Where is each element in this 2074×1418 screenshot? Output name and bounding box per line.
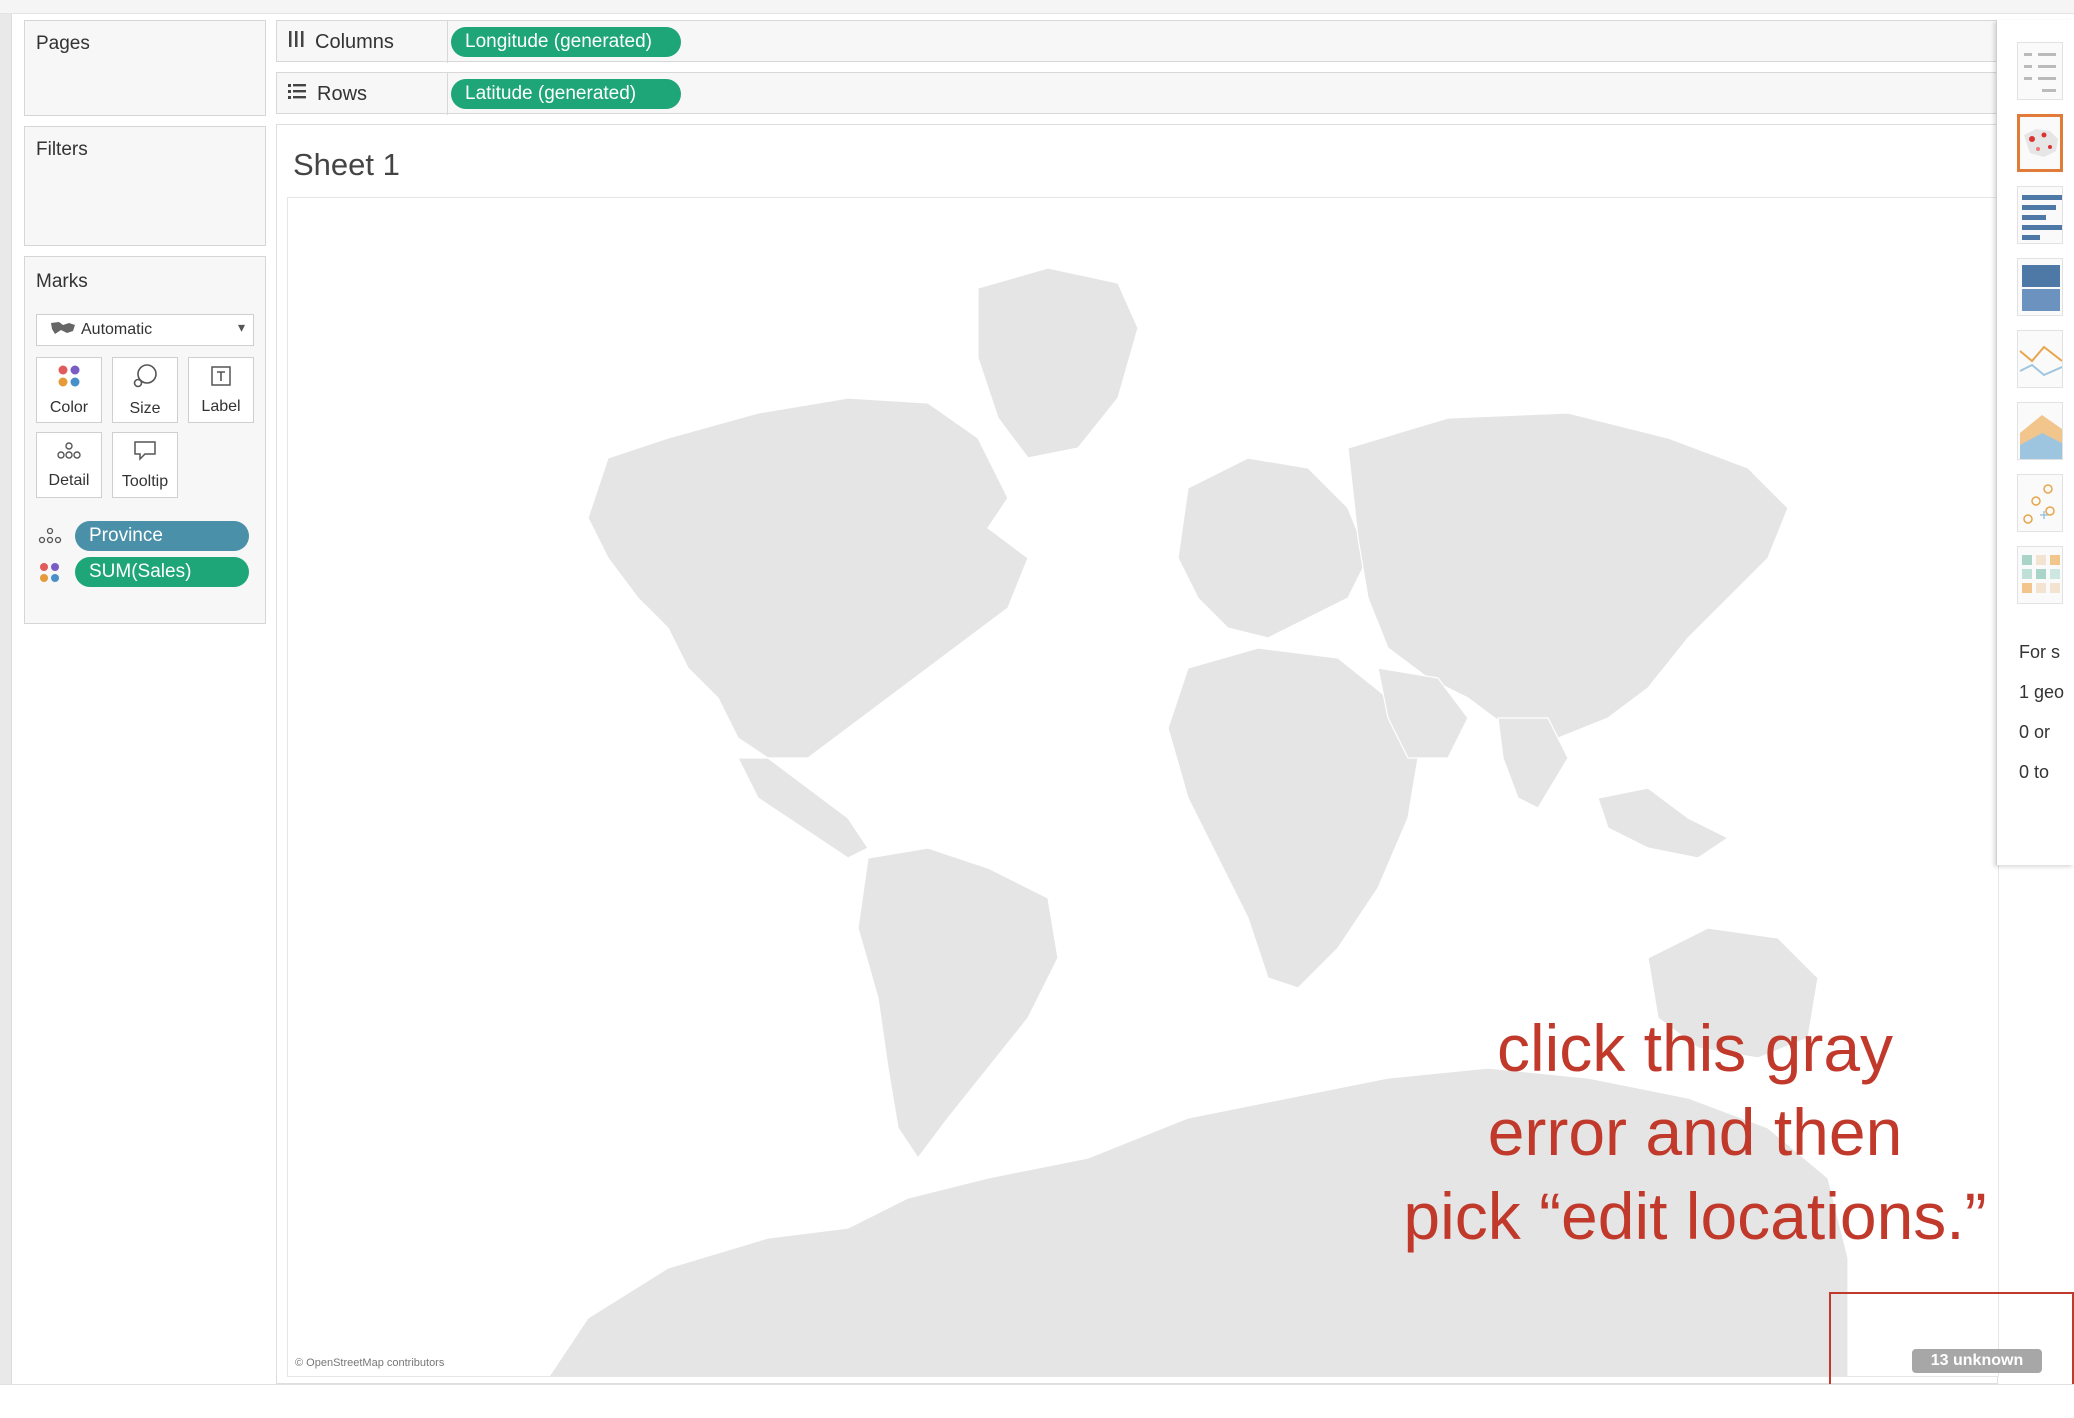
show-me-hint-3: 0 or — [2019, 722, 2051, 742]
color-dots-icon — [57, 364, 81, 393]
symbol-map-thumbnail[interactable] — [2017, 114, 2063, 172]
north-america-landmass — [587, 397, 1029, 759]
detail-field-icon — [37, 527, 63, 550]
latitude-pill[interactable]: Latitude (generated) — [451, 79, 681, 109]
rows-label: Rows — [287, 73, 447, 115]
columns-icon — [287, 30, 305, 54]
southeast-asia-islands — [1597, 787, 1730, 859]
area-thumbnail[interactable] — [2017, 402, 2063, 460]
text-table-thumbnail[interactable] — [2017, 42, 2063, 100]
filters-shelf[interactable]: Filters — [24, 126, 266, 246]
pages-title: Pages — [36, 33, 90, 54]
marks-card: Marks Automatic ▾ Color Size Label Detai… — [24, 256, 266, 624]
map-icon — [49, 320, 77, 341]
label-button-label: Label — [201, 397, 241, 415]
color-field-icon — [39, 562, 61, 589]
greenland-landmass — [977, 267, 1139, 459]
columns-label-text: Columns — [315, 30, 394, 53]
tooltip-icon — [133, 440, 157, 467]
lines-thumbnail[interactable] — [2017, 330, 2063, 388]
mark-type-label: Automatic — [81, 321, 153, 338]
columns-divider — [447, 21, 448, 63]
mark-type-dropdown[interactable]: Automatic ▾ — [36, 314, 254, 346]
heat-map-thumbnail[interactable] — [2017, 546, 2063, 604]
label-button[interactable]: Label — [188, 357, 254, 423]
text-label-icon — [210, 365, 232, 392]
stacked-bars-thumbnail[interactable] — [2017, 258, 2063, 316]
rows-shelf[interactable]: Rows Latitude (generated) — [276, 72, 1998, 115]
tooltip-button[interactable]: Tooltip — [112, 432, 178, 498]
horizontal-bars-thumbnail[interactable] — [2017, 186, 2063, 244]
filters-title: Filters — [36, 139, 88, 160]
south-america-landmass — [857, 847, 1059, 1160]
instruction-annotation: click this gray error and then pick “edi… — [1340, 1006, 2050, 1258]
color-button[interactable]: Color — [36, 357, 102, 423]
left-gutter — [0, 14, 12, 1384]
map-attribution[interactable]: © OpenStreetMap contributors — [295, 1357, 444, 1369]
size-button-label: Size — [129, 399, 161, 417]
scatter-thumbnail[interactable] — [2017, 474, 2063, 532]
annotation-line-2: error and then — [1487, 1095, 1903, 1169]
marks-title: Marks — [36, 271, 88, 292]
bottom-band — [0, 1384, 2074, 1418]
longitude-pill[interactable]: Longitude (generated) — [451, 27, 681, 57]
sheet-title: Sheet 1 — [293, 147, 400, 182]
sum-sales-pill[interactable]: SUM(Sales) — [75, 557, 249, 587]
province-pill[interactable]: Province — [75, 521, 249, 551]
detail-icon — [56, 441, 82, 466]
detail-button[interactable]: Detail — [36, 432, 102, 498]
annotation-line-3: pick “edit locations.” — [1403, 1179, 1987, 1253]
rows-divider — [447, 73, 448, 115]
tooltip-button-label: Tooltip — [121, 472, 169, 490]
pages-shelf[interactable]: Pages — [24, 20, 266, 116]
detail-button-label: Detail — [48, 471, 90, 489]
annotation-line-1: click this gray — [1496, 1011, 1894, 1085]
africa-landmass — [1167, 647, 1419, 989]
size-icon — [132, 363, 158, 394]
chevron-down-icon[interactable]: ▾ — [238, 319, 245, 336]
show-me-hint-1: For s — [2019, 642, 2061, 662]
size-button[interactable]: Size — [112, 357, 178, 423]
show-me-hint-4: 0 to — [2019, 762, 2050, 782]
annotation-highlight-box — [1829, 1292, 2074, 1398]
columns-label: Columns — [287, 21, 447, 63]
top-strip — [0, 0, 2074, 14]
rows-label-text: Rows — [317, 82, 368, 105]
rows-icon — [287, 82, 307, 106]
europe-landmass — [1177, 457, 1369, 639]
show-me-hint-2: 1 geo — [2019, 682, 2065, 702]
central-america-landmass — [737, 757, 869, 859]
unknown-locations-indicator[interactable]: 13 unknown — [1912, 1349, 2042, 1373]
color-button-label: Color — [49, 398, 89, 416]
show-me-panel: For s 1 geo 0 or 0 to — [1996, 20, 2074, 865]
columns-shelf[interactable]: Columns Longitude (generated) — [276, 20, 1998, 63]
